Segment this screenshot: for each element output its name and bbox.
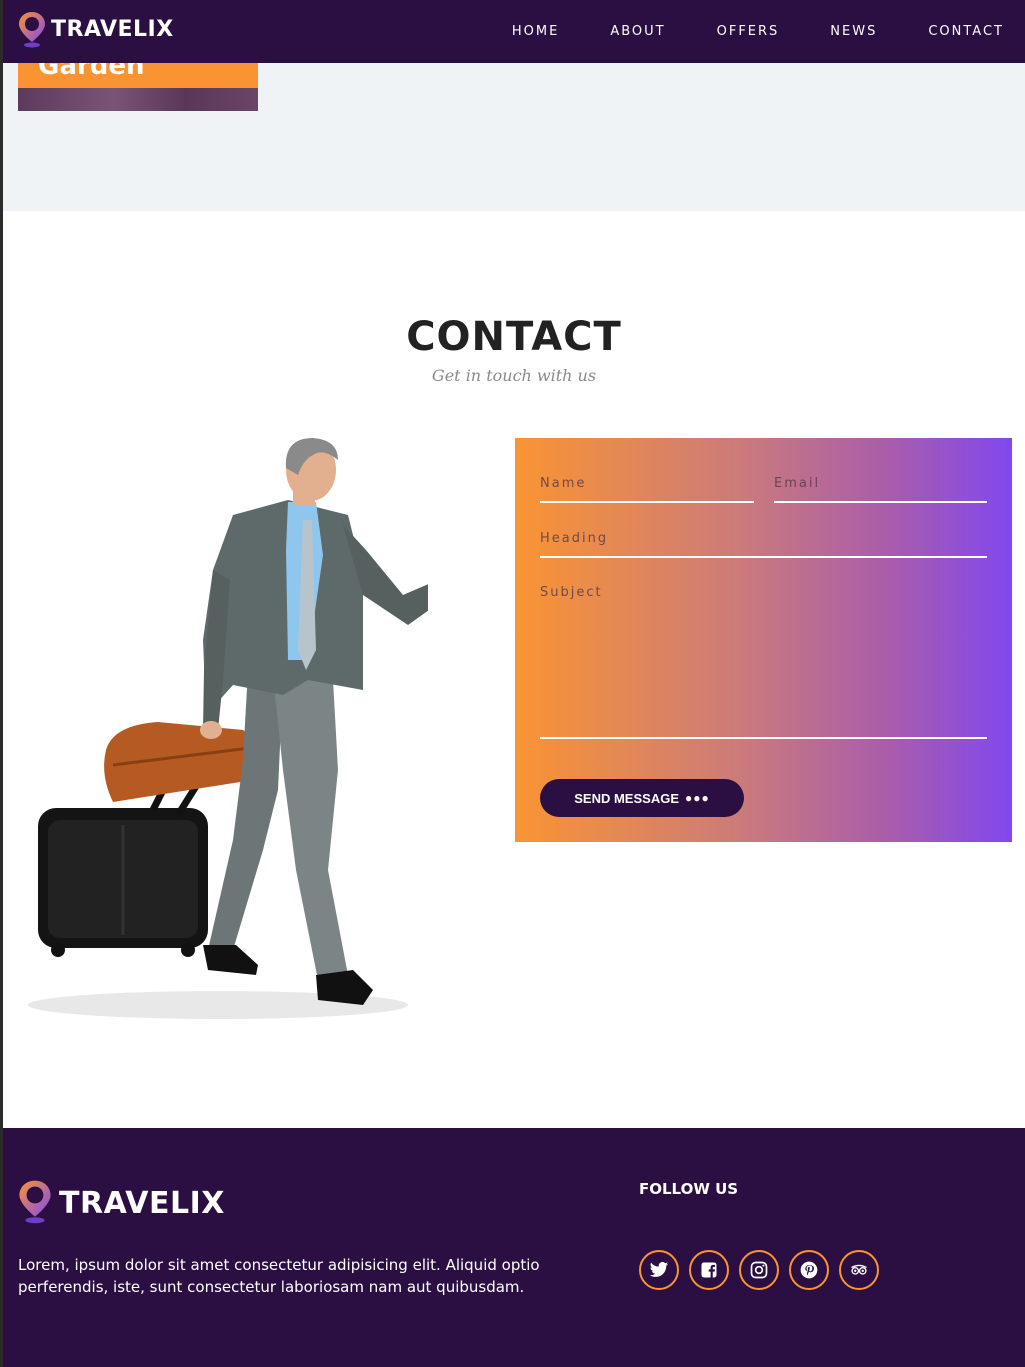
footer-logo[interactable]: TRAVELIX: [17, 1178, 225, 1229]
heading-field[interactable]: Heading: [540, 523, 987, 558]
footer-brand-name: TRAVELIX: [59, 1186, 225, 1221]
social-links: [639, 1250, 889, 1290]
name-field[interactable]: Name: [540, 468, 754, 503]
nav-home[interactable]: HOME: [512, 24, 559, 39]
brand-logo[interactable]: TRAVELIX: [17, 10, 174, 48]
email-field[interactable]: Email: [774, 468, 987, 503]
name-placeholder: Name: [540, 476, 587, 491]
brand-name: TRAVELIX: [51, 16, 174, 42]
subject-placeholder: Subject: [540, 585, 603, 600]
pinterest-icon[interactable]: [789, 1250, 829, 1290]
footer: TRAVELIX Lorem, ipsum dolor sit amet con…: [3, 1128, 1025, 1367]
heading-placeholder: Heading: [540, 531, 609, 546]
send-message-button[interactable]: SEND MESSAGE ●●●: [540, 779, 744, 817]
twitter-icon[interactable]: [639, 1250, 679, 1290]
page: TRAVELIX HOME ABOUT OFFERS NEWS CONTACT …: [3, 0, 1025, 1367]
send-message-label: SEND MESSAGE: [574, 790, 679, 806]
instagram-icon[interactable]: [739, 1250, 779, 1290]
main-menu: HOME ABOUT OFFERS NEWS CONTACT: [461, 24, 1004, 39]
follow-us-title: FOLLOW US: [639, 1180, 739, 1198]
subject-textarea[interactable]: Subject: [540, 578, 987, 739]
contact-form: Name Email Heading Subject SEND MESSAGE …: [515, 438, 1012, 842]
offer-card-image: [18, 88, 258, 111]
contact-subtitle: Get in touch with us: [431, 366, 597, 385]
nav-offers[interactable]: OFFERS: [717, 24, 780, 39]
nav-contact[interactable]: CONTACT: [928, 24, 1004, 39]
map-pin-icon: [17, 1178, 53, 1229]
businessman-image: [28, 438, 428, 1019]
email-placeholder: Email: [774, 476, 821, 491]
contact-title: CONTACT: [406, 314, 622, 360]
tripadvisor-icon[interactable]: [839, 1250, 879, 1290]
offer-card-title: Garden: [38, 63, 145, 81]
nav-news[interactable]: NEWS: [830, 24, 877, 39]
offer-card[interactable]: Garden: [18, 63, 258, 111]
footer-description: Lorem, ipsum dolor sit amet consectetur …: [18, 1256, 540, 1296]
navbar: TRAVELIX HOME ABOUT OFFERS NEWS CONTACT: [3, 0, 1025, 63]
dots-icon: ●●●: [685, 791, 710, 805]
facebook-icon[interactable]: [689, 1250, 729, 1290]
nav-about[interactable]: ABOUT: [610, 24, 665, 39]
map-pin-icon: [17, 10, 47, 48]
